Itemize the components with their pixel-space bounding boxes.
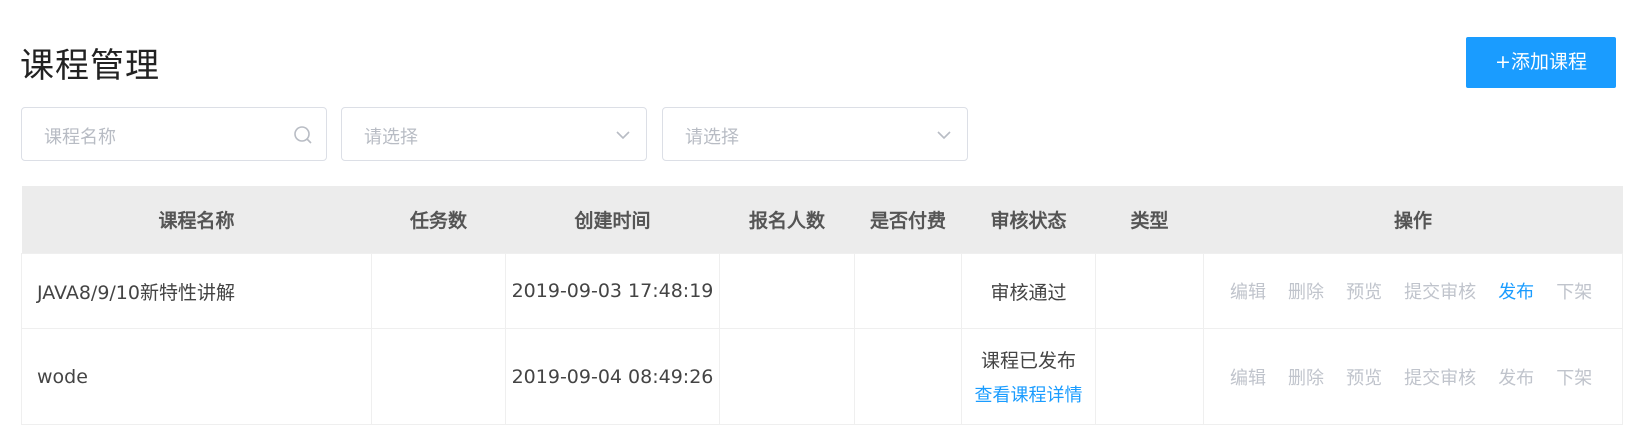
created-time-cell: 2019-09-04 08:49:26 bbox=[505, 328, 720, 425]
course-name-search-input[interactable]: 课程名称 bbox=[21, 107, 327, 161]
delete-link[interactable]: 删除 bbox=[1288, 282, 1324, 303]
preview-link[interactable]: 预览 bbox=[1346, 368, 1382, 389]
course-name-cell: wode bbox=[21, 328, 372, 425]
filter-select-2[interactable]: 请选择 bbox=[662, 107, 968, 161]
tasks-cell bbox=[371, 253, 506, 329]
view-course-details-link[interactable]: 查看课程详情 bbox=[962, 381, 1095, 407]
delete-link[interactable]: 删除 bbox=[1288, 368, 1324, 389]
course-name-cell: JAVA8/9/10新特性讲解 bbox=[21, 253, 372, 329]
select-placeholder: 请选择 bbox=[685, 127, 739, 148]
submit-review-link[interactable]: 提交审核 bbox=[1404, 282, 1476, 303]
paid-cell bbox=[854, 328, 962, 425]
created-time-cell: 2019-09-03 17:48:19 bbox=[505, 253, 720, 329]
status-cell: 课程已发布 查看课程详情 bbox=[961, 328, 1096, 425]
chevron-down-icon bbox=[937, 131, 951, 140]
filter-select-1[interactable]: 请选择 bbox=[341, 107, 647, 161]
add-course-button[interactable]: +添加课程 bbox=[1466, 37, 1616, 88]
publish-link[interactable]: 发布 bbox=[1498, 368, 1534, 389]
type-cell bbox=[1095, 328, 1204, 425]
column-header-status: 审核状态 bbox=[961, 186, 1096, 254]
unpublish-link[interactable]: 下架 bbox=[1556, 368, 1592, 389]
enrolled-cell bbox=[719, 253, 855, 329]
publish-link[interactable]: 发布 bbox=[1498, 282, 1534, 303]
paid-cell bbox=[854, 253, 962, 329]
submit-review-link[interactable]: 提交审核 bbox=[1404, 368, 1476, 389]
actions-cell: 编辑 删除 预览 提交审核 发布 下架 bbox=[1203, 328, 1623, 425]
course-table: 课程名称 任务数 创建时间 报名人数 是否付费 审核状态 类型 操作 JAVA8… bbox=[21, 186, 1623, 425]
column-header-tasks: 任务数 bbox=[371, 186, 506, 254]
column-header-paid: 是否付费 bbox=[854, 186, 962, 254]
column-header-enrolled: 报名人数 bbox=[719, 186, 855, 254]
table-row: JAVA8/9/10新特性讲解 2019-09-03 17:48:19 审核通过… bbox=[21, 253, 1623, 329]
unpublish-link[interactable]: 下架 bbox=[1556, 282, 1592, 303]
column-header-type: 类型 bbox=[1095, 186, 1204, 254]
tasks-cell bbox=[371, 328, 506, 425]
search-icon[interactable] bbox=[292, 124, 314, 146]
type-cell bbox=[1095, 253, 1204, 329]
column-header-name: 课程名称 bbox=[21, 186, 372, 254]
search-placeholder: 课程名称 bbox=[44, 127, 116, 148]
edit-link[interactable]: 编辑 bbox=[1230, 282, 1266, 303]
column-header-created: 创建时间 bbox=[505, 186, 720, 254]
edit-link[interactable]: 编辑 bbox=[1230, 368, 1266, 389]
select-placeholder: 请选择 bbox=[364, 127, 418, 148]
preview-link[interactable]: 预览 bbox=[1346, 282, 1382, 303]
table-header-row: 课程名称 任务数 创建时间 报名人数 是否付费 审核状态 类型 操作 bbox=[21, 186, 1623, 254]
status-text: 课程已发布 bbox=[980, 350, 1076, 372]
column-header-actions: 操作 bbox=[1203, 186, 1623, 254]
page-title: 课程管理 bbox=[20, 46, 160, 86]
chevron-down-icon bbox=[616, 131, 630, 140]
status-text: 审核通过 bbox=[990, 281, 1067, 304]
status-cell: 审核通过 bbox=[961, 253, 1096, 329]
table-row: wode 2019-09-04 08:49:26 课程已发布 查看课程详情 编辑… bbox=[21, 328, 1623, 425]
actions-cell: 编辑 删除 预览 提交审核 发布 下架 bbox=[1203, 253, 1623, 329]
enrolled-cell bbox=[719, 328, 855, 425]
